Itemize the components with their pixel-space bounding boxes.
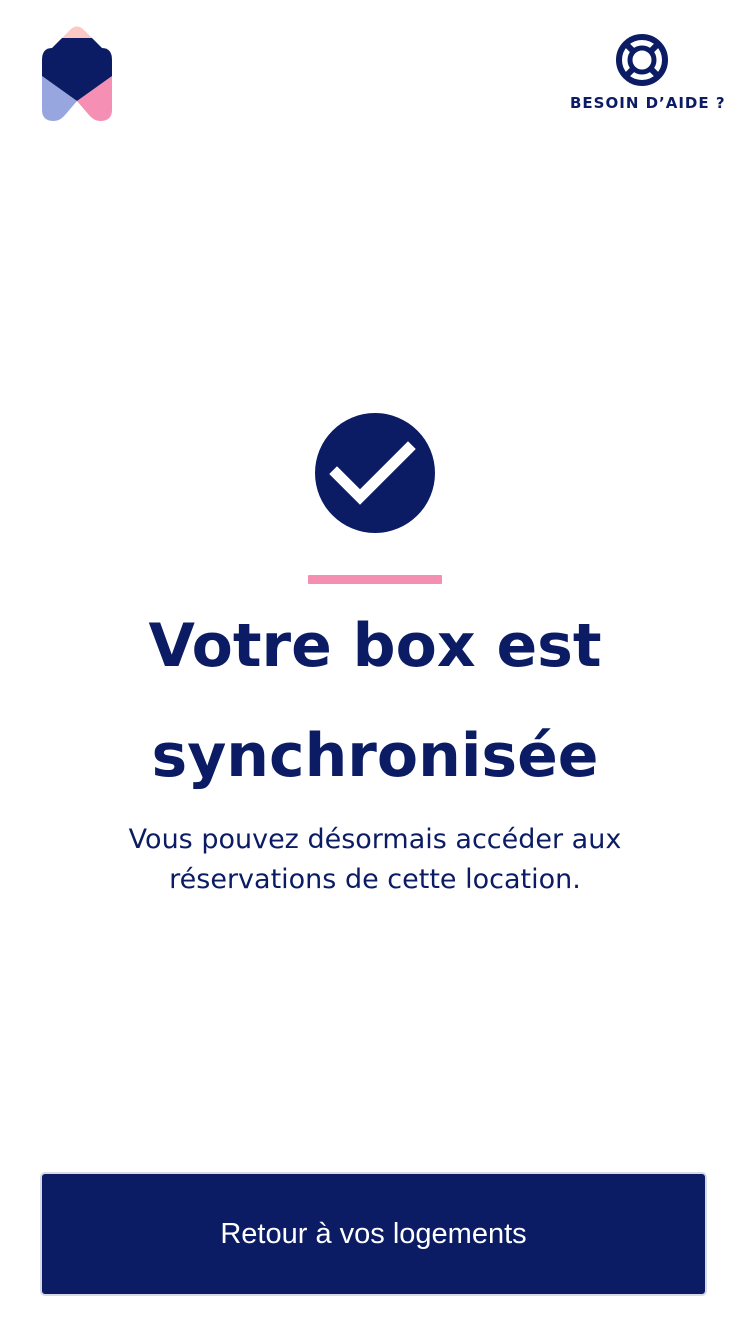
title-line-2: synchronisée <box>151 721 599 791</box>
page-subtitle: Vous pouvez désormais accéder aux réserv… <box>75 820 675 900</box>
subtitle-line-1: Vous pouvez désormais accéder aux <box>128 824 622 855</box>
help-label: BESOIN D’AIDE ? <box>570 94 726 112</box>
status-check <box>315 413 435 533</box>
brand-logo <box>40 26 114 122</box>
subtitle-line-2: réservations de cette location. <box>169 864 581 895</box>
check-circle-icon <box>315 413 435 533</box>
title-line-1: Votre box est <box>148 611 602 681</box>
brand-house-logo-icon <box>42 26 112 121</box>
lifebuoy-icon <box>616 34 668 86</box>
help-button[interactable]: BESOIN D’AIDE ? <box>570 32 726 116</box>
accent-divider <box>308 575 442 584</box>
back-to-listings-button[interactable]: Retour à vos logements <box>40 1172 707 1296</box>
back-to-listings-label: Retour à vos logements <box>220 1217 527 1250</box>
page-title: Votre box est synchronisée <box>75 611 675 791</box>
